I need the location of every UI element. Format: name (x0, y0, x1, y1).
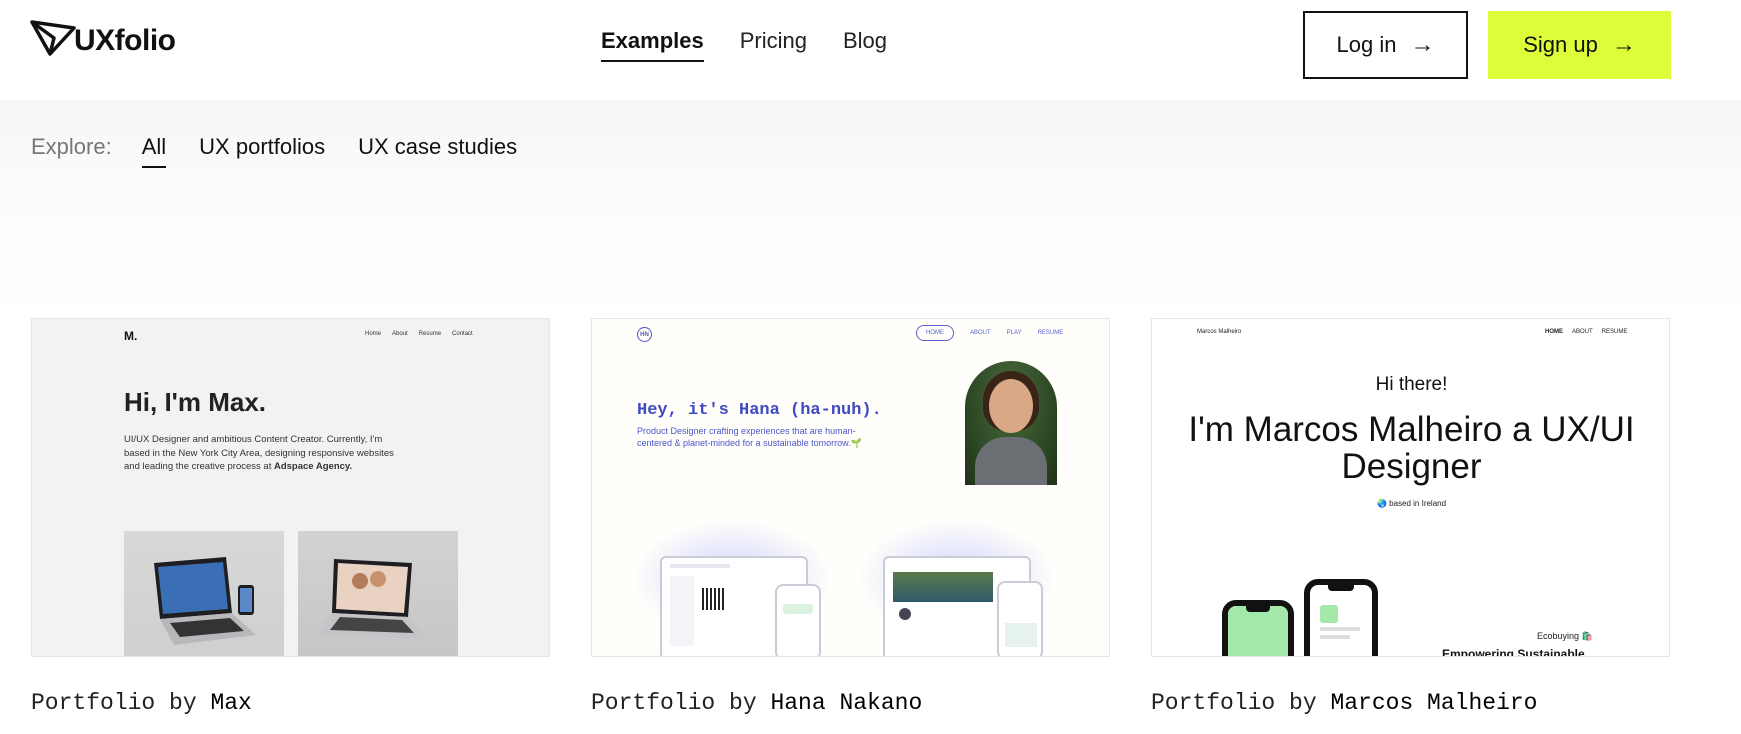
filter-all[interactable]: All (141, 134, 167, 168)
preview-intro-bold: Adspace Agency. (273, 461, 353, 472)
portfolio-card-marcos-malheiro[interactable]: Marcos Malheiro HOME ABOUT RESUME Hi the… (1151, 318, 1670, 657)
preview-nav: HOME ABOUT RESUME (1545, 329, 1627, 335)
preview-nav-item: ABOUT (970, 330, 991, 336)
caption-name: Marcos Malheiro (1330, 690, 1538, 716)
phone-mockup (1304, 579, 1378, 656)
preview-greeting: Hi there! (1375, 374, 1448, 395)
arrow-right-icon: → (1611, 31, 1636, 58)
caption-prefix: Portfolio by (591, 690, 771, 716)
portfolio-caption-marcos-malheiro[interactable]: Portfolio by Marcos Malheiro (1151, 690, 1537, 716)
login-button[interactable]: Log in → (1303, 11, 1468, 79)
logo-text: UXfolio (74, 24, 176, 57)
preview-nav-item: ABOUT (1572, 329, 1593, 335)
portrait-body (975, 437, 1047, 485)
preview-portrait (965, 361, 1057, 485)
preview-logo: HN (637, 327, 652, 342)
preview-logo: M. (124, 329, 138, 343)
signup-label: Sign up (1523, 32, 1598, 57)
preview-headline: Hi, I'm Max. (124, 387, 266, 417)
phone-notch (1328, 585, 1354, 591)
preview-project-title: Empowering Sustainable (1442, 647, 1585, 657)
preview-headline: I'm Marcos Malheiro a UX/UI Designer (1188, 410, 1635, 486)
preview-headline: Hey, it's Hana (ha-nuh). (637, 401, 882, 420)
mock-bar (670, 564, 730, 568)
phone-notch (1246, 606, 1270, 612)
preview-nav-item: RESUME (1601, 329, 1628, 335)
preview-nav-item: RESUME (1037, 330, 1064, 336)
device-mockup-phone (775, 584, 821, 656)
portfolio-card-hana-nakano[interactable]: HN HOME ABOUT PLAY RESUME Hey, it's Hana… (591, 318, 1110, 657)
phone-screen (1228, 606, 1288, 656)
laptop-illustration (154, 557, 256, 645)
caption-name: Hana Nakano (770, 690, 923, 716)
mock-hero-image (893, 572, 993, 602)
preview-nav-item: HOME (916, 325, 954, 341)
preview-nav-item: PLAY (1006, 330, 1022, 336)
preview-nav: HOME ABOUT PLAY RESUME (916, 325, 1063, 341)
login-label: Log in (1336, 32, 1397, 57)
preview-site-name: Marcos Malheiro (1197, 329, 1242, 335)
mock-line (1320, 627, 1360, 631)
portfolio-card-max[interactable]: M. Home About Resume Contact Hi, I'm Max… (31, 318, 550, 657)
caption-prefix: Portfolio by (31, 690, 211, 716)
preview-image-laptop (124, 531, 284, 656)
nav-blog[interactable]: Blog (843, 28, 887, 62)
mock-sidebar (670, 576, 694, 646)
nav-pricing[interactable]: Pricing (740, 28, 807, 62)
caption-prefix: Portfolio by (1151, 690, 1331, 716)
portfolio-caption-hana-nakano[interactable]: Portfolio by Hana Nakano (591, 690, 922, 716)
signup-button[interactable]: Sign up → (1488, 11, 1671, 79)
portrait-face (989, 379, 1033, 433)
main-nav: Examples Pricing Blog (601, 28, 887, 62)
phone-mockup (1222, 600, 1294, 656)
preview-intro-text: UI/UX Designer and ambitious Content Cre… (124, 434, 394, 472)
paper-plane-icon (30, 20, 76, 56)
filter-ux-case-studies[interactable]: UX case studies (358, 134, 517, 166)
preview-location: 🌏 based in Ireland (1376, 499, 1447, 508)
nav-examples[interactable]: Examples (601, 28, 704, 62)
portfolio-caption-max[interactable]: Portfolio by Max (31, 690, 252, 716)
arrow-right-icon: → (1410, 31, 1435, 58)
preview-nav-item: Home (365, 331, 382, 337)
device-mockup-phone (997, 581, 1043, 656)
explore-band (0, 100, 1741, 320)
mock-line (1320, 635, 1350, 639)
mock-chart (1005, 623, 1037, 647)
uxfolio-logo[interactable]: UXfolio (30, 18, 176, 58)
preview-nav: Home About Resume Contact (365, 331, 473, 337)
explore-label: Explore: (31, 134, 112, 159)
explore-filters: Explore: All UX portfolios UX case studi… (31, 134, 517, 168)
mock-avatar (899, 608, 911, 620)
laptop-illustration (318, 559, 426, 639)
qr-code-icon (702, 588, 724, 610)
preview-project-label: Ecobuying 🛍️ (1537, 631, 1593, 641)
preview-nav-item: Contact (452, 331, 473, 337)
filter-ux-portfolios[interactable]: UX portfolios (199, 134, 325, 166)
preview-intro: UI/UX Designer and ambitious Content Cre… (124, 433, 399, 474)
preview-nav-item: Resume (418, 331, 442, 337)
preview-nav-item: HOME (1545, 329, 1563, 335)
mock-block (783, 604, 813, 614)
site-header: UXfolio Examples Pricing Blog Log in → S… (0, 0, 1741, 100)
caption-name: Max (210, 690, 252, 716)
preview-intro: Product Designer crafting experiences th… (637, 426, 862, 448)
mock-block (1320, 605, 1338, 623)
preview-image-laptop (298, 531, 458, 656)
preview-nav-item: About (392, 331, 408, 337)
